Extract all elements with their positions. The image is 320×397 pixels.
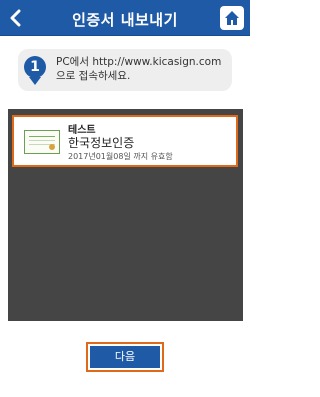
instruction-bubble: 1 PC에서 http://www.kicasign.com으로 접속하세요. [18,49,232,91]
certificate-issuer: 한국정보인증 [68,136,135,150]
certificate-validity: 2017년01월08일 까지 유효함 [68,152,173,161]
step-marker-tail [29,77,41,85]
next-button-label: 다음 [90,346,160,368]
instruction-text: PC에서 http://www.kicasign.com으로 접속하세요. [56,56,222,82]
next-button[interactable]: 다음 [86,342,164,372]
header-bar: 인증서 내보내기 [0,0,250,36]
certificate-list: 테스트 한국정보인증 2017년01월08일 까지 유효함 [8,109,243,321]
certificate-list-item[interactable]: 테스트 한국정보인증 2017년01월08일 까지 유효함 [12,115,238,167]
page-title: 인증서 내보내기 [72,11,178,29]
step-number-badge: 1 [24,56,46,78]
certificate-icon [24,130,60,154]
home-button[interactable] [220,6,244,30]
home-icon [225,11,239,25]
